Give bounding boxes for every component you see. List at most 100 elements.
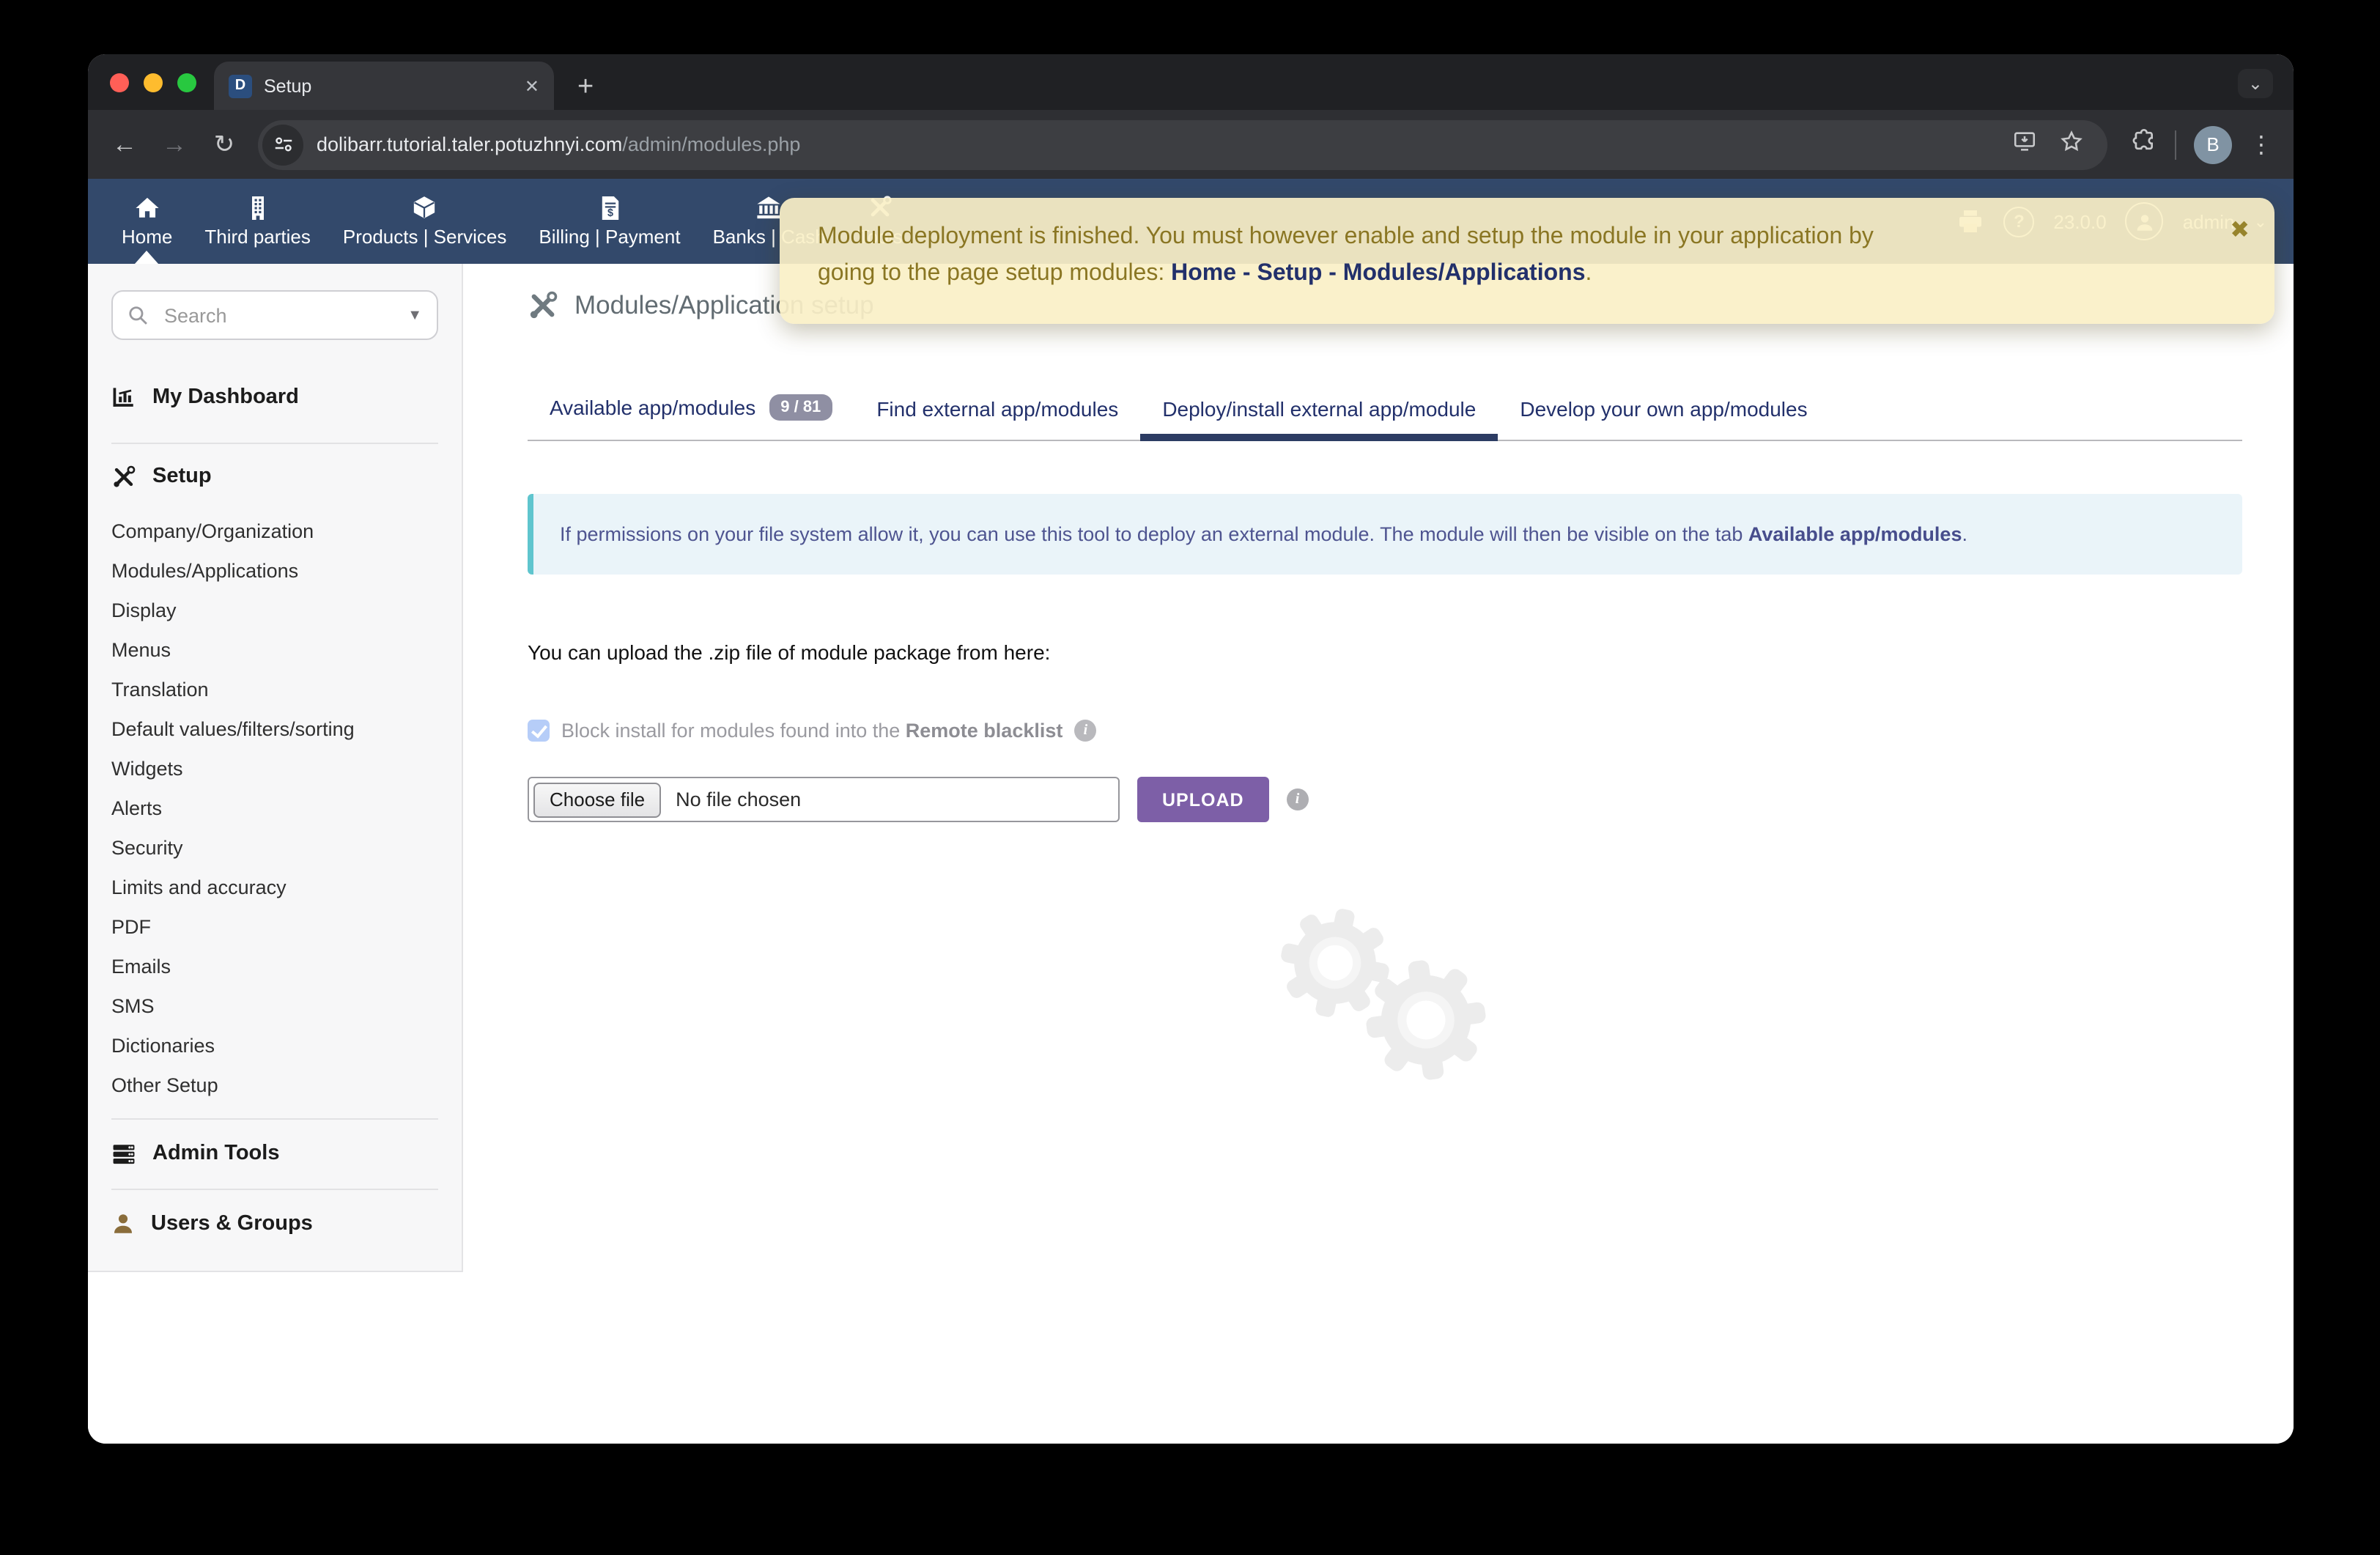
info-text-suffix: . [1962, 523, 1967, 545]
search-icon [128, 305, 148, 325]
info-message: If permissions on your file system allow… [528, 494, 2242, 575]
sidebar-item-admin-tools[interactable]: Admin Tools [111, 1137, 438, 1170]
sidebar-item-sms[interactable]: SMS [111, 986, 438, 1026]
blacklist-label-text: Block install for modules found into the [561, 720, 906, 742]
sidebar-item-translation[interactable]: Translation [111, 670, 438, 709]
nav-label: Third parties [204, 225, 311, 247]
nav-item-third-parties[interactable]: Third parties [188, 179, 327, 264]
screen: D Setup ✕ + ⌄ ← → ↻ dolibarr.tutorial.ta… [0, 0, 2380, 1555]
nav-label: Billing | Payment [539, 225, 680, 247]
sidebar-item-widgets[interactable]: Widgets [111, 749, 438, 788]
tab-develop-own[interactable]: Develop your own app/modules [1498, 397, 1829, 440]
notification-text-line1: Module deployment is finished. You must … [818, 224, 1874, 249]
svg-text:$: $ [607, 207, 613, 218]
sidebar-item-display[interactable]: Display [111, 591, 438, 630]
sidebar-item-company[interactable]: Company/Organization [111, 511, 438, 551]
sidebar-divider [111, 1118, 438, 1120]
notification-toast: Module deployment is finished. You must … [780, 198, 2274, 323]
building-icon [248, 196, 268, 219]
main-content: Modules/Application setup Available app/… [463, 264, 2294, 1444]
sidebar-item-label: My Dashboard [152, 385, 299, 409]
browser-toolbar: ← → ↻ dolibarr.tutorial.taler.potuzhnyi.… [88, 110, 2294, 179]
app-body: ▼ My Dashboard Setup Company/Organizatio… [88, 264, 2294, 1444]
url-text: dolibarr.tutorial.taler.potuzhnyi.com/ad… [317, 133, 800, 155]
tab-deploy-external[interactable]: Deploy/install external app/module [1140, 397, 1498, 440]
tab-bar: Available app/modules 9 / 81 Find extern… [528, 394, 2242, 441]
nav-item-home[interactable]: Home [106, 179, 188, 264]
tab-label: Deploy/install external app/module [1162, 397, 1476, 421]
sidebar-item-dashboard[interactable]: My Dashboard [111, 381, 438, 413]
close-window-button[interactable] [110, 73, 129, 92]
upload-button[interactable]: UPLOAD [1137, 777, 1269, 822]
tab-label: Find external app/modules [876, 397, 1118, 421]
nav-item-billing-payment[interactable]: $ Billing | Payment [522, 179, 696, 264]
browser-menu-icon[interactable]: ⋮ [2250, 130, 2273, 159]
traffic-lights [110, 73, 196, 92]
search-input[interactable] [161, 303, 394, 328]
bookmark-star-icon[interactable] [2059, 128, 2084, 160]
nav-label: Products | Services [343, 226, 507, 248]
upload-hint: You can upload the .zip file of module p… [528, 640, 2294, 664]
sidebar-item-alerts[interactable]: Alerts [111, 788, 438, 828]
tab-search-chevron-icon[interactable]: ⌄ [2238, 69, 2273, 98]
sidebar-item-other-setup[interactable]: Other Setup [111, 1065, 438, 1105]
sidebar: ▼ My Dashboard Setup Company/Organizatio… [88, 264, 463, 1272]
url-path: /admin/modules.php [622, 133, 800, 155]
tab-label: Develop your own app/modules [1520, 397, 1807, 421]
browser-tab[interactable]: D Setup ✕ [214, 62, 554, 110]
sidebar-divider [111, 1189, 438, 1190]
sidebar-divider [111, 443, 438, 444]
sidebar-item-menus[interactable]: Menus [111, 630, 438, 670]
module-count-badge: 9 / 81 [769, 394, 832, 421]
notification-close-icon[interactable]: ✖ [2230, 214, 2250, 251]
extensions-puzzle-icon[interactable] [2131, 128, 2157, 161]
tab-title: Setup [264, 75, 513, 96]
new-tab-button[interactable]: + [577, 73, 594, 101]
sidebar-item-users-groups[interactable]: Users & Groups [111, 1208, 438, 1240]
search-dropdown-caret-icon[interactable]: ▼ [407, 307, 422, 323]
sidebar-item-pdf[interactable]: PDF [111, 907, 438, 947]
nav-item-products-services[interactable]: Products | Services [327, 179, 523, 264]
info-text-bold: Available app/modules [1748, 523, 1962, 545]
tab-available-modules[interactable]: Available app/modules 9 / 81 [528, 394, 854, 440]
upload-info-icon[interactable]: i [1287, 788, 1309, 810]
blacklist-label-bold: Remote blacklist [906, 720, 1063, 742]
setup-tools-icon [111, 464, 136, 489]
forward-button[interactable]: → [152, 122, 196, 166]
sidebar-item-dictionaries[interactable]: Dictionaries [111, 1026, 438, 1065]
bank-icon [757, 196, 782, 219]
sidebar-item-label: Setup [152, 465, 212, 488]
dolibarr-favicon: D [229, 74, 252, 97]
notification-setup-link[interactable]: Home - Setup - Modules/Applications [1171, 261, 1585, 286]
minimize-window-button[interactable] [144, 73, 163, 92]
sidebar-item-modules[interactable]: Modules/Applications [111, 551, 438, 591]
blacklist-checkbox[interactable] [528, 720, 550, 742]
blacklist-label: Block install for modules found into the… [561, 720, 1062, 742]
sidebar-item-security[interactable]: Security [111, 828, 438, 868]
profile-avatar[interactable]: B [2194, 125, 2232, 163]
browser-window: D Setup ✕ + ⌄ ← → ↻ dolibarr.tutorial.ta… [88, 54, 2294, 1444]
browser-titlebar: D Setup ✕ + ⌄ [88, 54, 2294, 110]
cube-icon [413, 195, 437, 220]
sidebar-search[interactable]: ▼ [111, 290, 438, 340]
sidebar-item-emails[interactable]: Emails [111, 947, 438, 986]
notification-text-line2: going to the page setup modules: [818, 261, 1171, 286]
zoom-window-button[interactable] [177, 73, 196, 92]
omnibox-actions [2012, 128, 2093, 160]
sidebar-item-setup[interactable]: Setup [111, 460, 438, 492]
info-text: If permissions on your file system allow… [560, 523, 1748, 545]
sidebar-item-defaults[interactable]: Default values/filters/sorting [111, 709, 438, 749]
tab-close-icon[interactable]: ✕ [525, 77, 539, 95]
choose-file-button[interactable]: Choose file [533, 782, 661, 817]
blacklist-info-icon[interactable]: i [1074, 720, 1096, 742]
back-button[interactable]: ← [103, 122, 147, 166]
reload-button[interactable]: ↻ [202, 122, 246, 166]
address-bar[interactable]: dolibarr.tutorial.taler.potuzhnyi.com/ad… [258, 119, 2107, 169]
sidebar-item-limits[interactable]: Limits and accuracy [111, 868, 438, 907]
tab-find-external[interactable]: Find external app/modules [854, 397, 1140, 440]
notification-text-suffix: . [1586, 261, 1592, 286]
sidebar-item-label: Admin Tools [152, 1142, 279, 1165]
install-app-icon[interactable] [2012, 128, 2037, 160]
site-settings-icon[interactable] [262, 124, 303, 165]
file-input[interactable]: Choose file No file chosen [528, 777, 1120, 822]
